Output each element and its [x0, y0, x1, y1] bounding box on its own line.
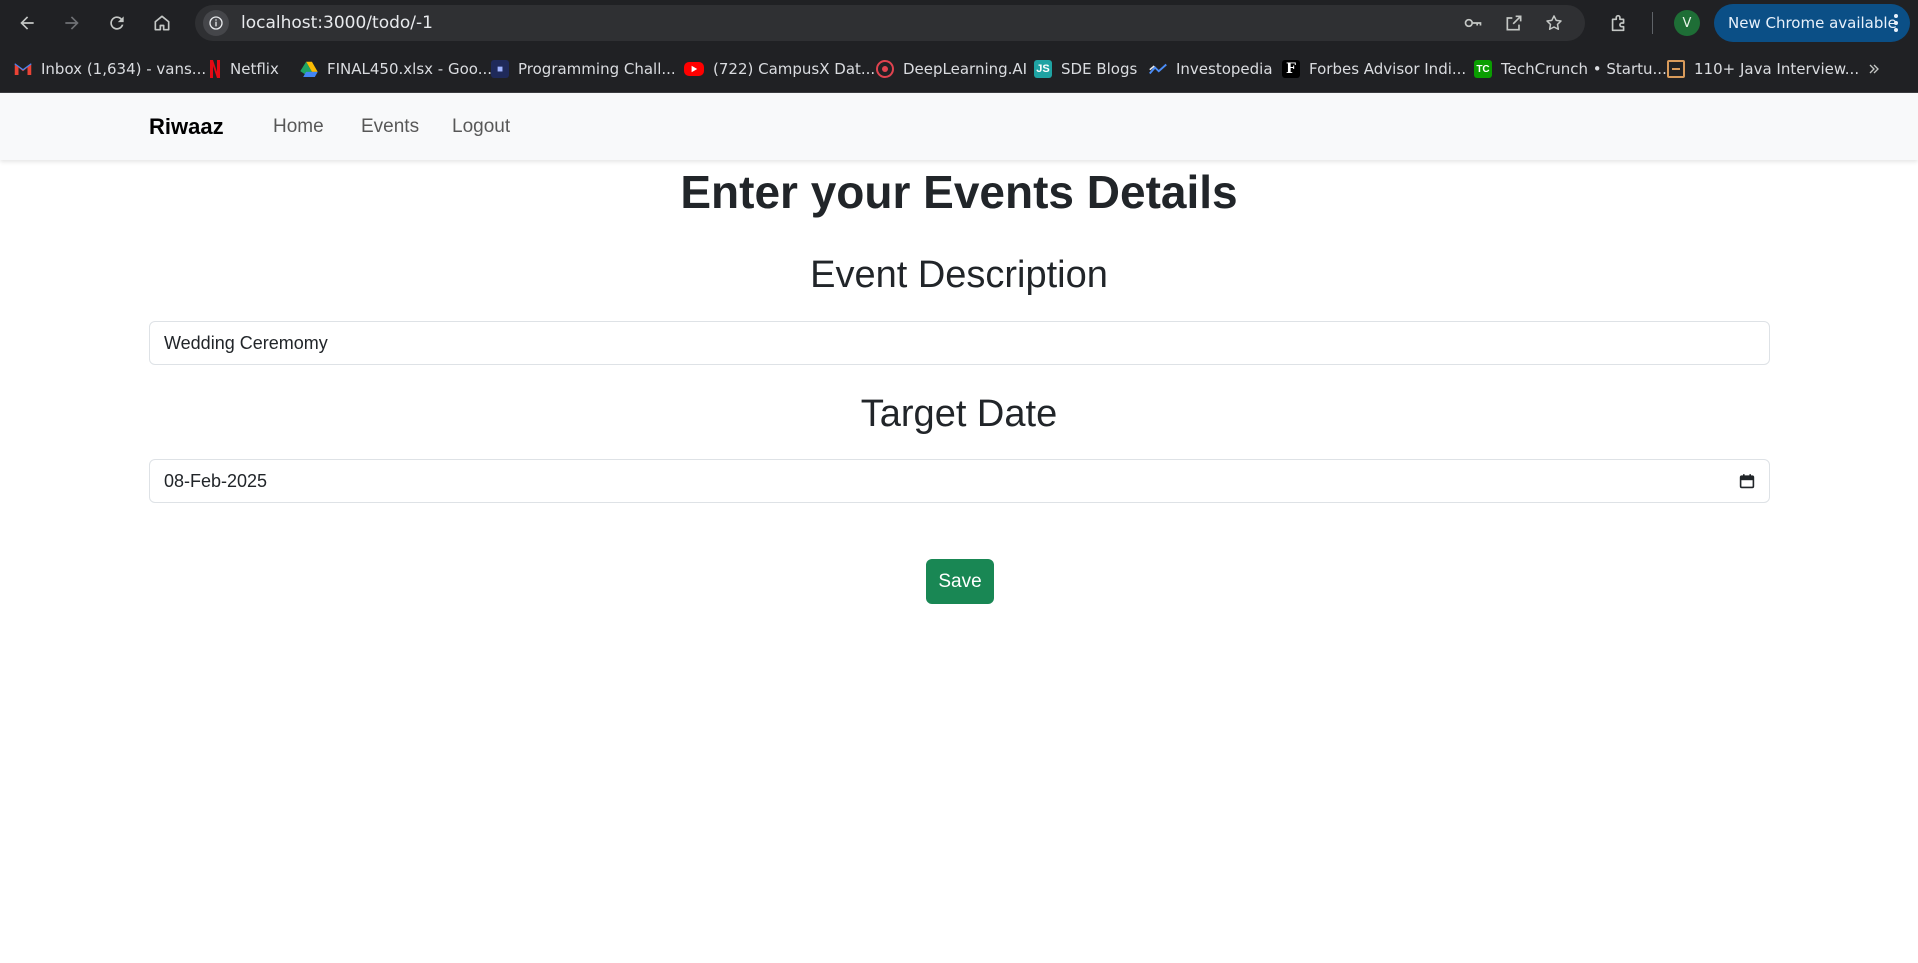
target-date-label: Target Date — [860, 393, 1058, 435]
bookmark-techcrunch[interactable]: TC TechCrunch • Startu... — [1474, 57, 1667, 81]
bookmark-gmail[interactable]: Inbox (1,634) - vans... — [14, 57, 206, 81]
nav-link-home[interactable]: Home — [273, 93, 324, 160]
extensions-icon[interactable] — [1606, 10, 1632, 36]
url-text[interactable]: localhost:3000/todo/-1 — [241, 5, 433, 41]
home-icon[interactable] — [147, 8, 177, 38]
bookmark-sde-blogs[interactable]: JS SDE Blogs — [1034, 57, 1137, 81]
forward-icon[interactable] — [57, 8, 87, 38]
app-navbar: Riwaaz Home Events Logout — [0, 93, 1918, 160]
menu-dots-icon[interactable] — [1894, 14, 1898, 32]
bookmarks-bar: Inbox (1,634) - vans... Netflix FINAL450… — [0, 45, 1918, 93]
open-in-app-icon[interactable] — [1503, 12, 1525, 34]
bookmark-programming[interactable]: ■ Programming Chall... — [491, 57, 676, 81]
back-icon[interactable] — [12, 8, 42, 38]
bookmark-java-interview[interactable]: 110+ Java Interview... — [1667, 57, 1859, 81]
profile-avatar[interactable]: V — [1674, 10, 1700, 36]
site-info-icon[interactable] — [203, 10, 229, 36]
password-key-icon[interactable] — [1462, 12, 1484, 34]
bookmark-investopedia[interactable]: Investopedia — [1149, 57, 1273, 81]
google-drive-icon — [300, 60, 318, 78]
sde-blogs-icon: JS — [1034, 60, 1052, 78]
deeplearning-icon — [876, 60, 894, 78]
java-interview-icon — [1667, 60, 1685, 78]
toolbar-divider — [1652, 12, 1653, 34]
bookmark-forbes[interactable]: F Forbes Advisor Indi... — [1282, 57, 1466, 81]
nav-link-events[interactable]: Events — [361, 93, 419, 160]
techcrunch-icon: TC — [1474, 60, 1492, 78]
new-chrome-available-button[interactable]: New Chrome available — [1714, 4, 1910, 42]
target-date-value: 08-Feb-2025 — [164, 471, 268, 491]
event-description-input[interactable]: Wedding Ceremomy — [149, 321, 1770, 365]
save-button[interactable]: Save — [926, 559, 994, 604]
bookmark-deeplearning[interactable]: DeepLearning.AI — [876, 57, 1027, 81]
reload-icon[interactable] — [102, 8, 132, 38]
bookmark-campusx[interactable]: (722) CampusX Dat... — [684, 57, 875, 81]
browser-toolbar: localhost:3000/todo/-1 V New Chrome avai… — [0, 0, 1918, 45]
target-date-input[interactable]: 08-Feb-2025 — [149, 459, 1770, 503]
bookmark-netflix[interactable]: Netflix — [209, 57, 279, 81]
event-description-value: Wedding Ceremomy — [164, 333, 328, 353]
bookmark-final450[interactable]: FINAL450.xlsx - Goo... — [300, 57, 492, 81]
gmail-icon — [14, 60, 32, 78]
investopedia-icon — [1149, 60, 1167, 78]
calendar-icon[interactable] — [1737, 471, 1757, 491]
netflix-icon — [209, 60, 221, 78]
bookmarks-overflow-icon[interactable] — [1862, 57, 1886, 81]
programming-icon: ■ — [491, 60, 509, 78]
nav-link-logout[interactable]: Logout — [452, 93, 510, 160]
youtube-icon — [684, 62, 704, 76]
brand-logo[interactable]: Riwaaz — [149, 93, 224, 160]
update-chip-label: New Chrome available — [1728, 14, 1897, 32]
page-title: Enter your Events Details — [680, 166, 1238, 218]
address-bar[interactable]: localhost:3000/todo/-1 — [195, 5, 1585, 41]
forbes-icon: F — [1282, 60, 1300, 78]
event-description-label: Event Description — [810, 254, 1108, 296]
bookmark-star-icon[interactable] — [1543, 12, 1565, 34]
